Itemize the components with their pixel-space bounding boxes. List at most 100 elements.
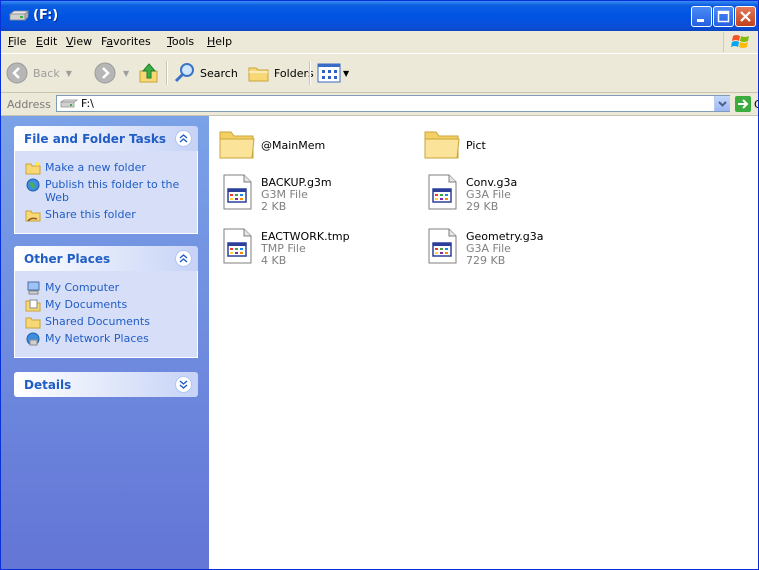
file-size: 4 KB xyxy=(261,254,287,267)
menu-file[interactable]: File xyxy=(8,35,26,48)
minimize-button[interactable] xyxy=(691,6,712,27)
back-label: Back xyxy=(33,66,60,80)
collapse-icon[interactable] xyxy=(175,130,192,147)
views-button[interactable]: ▼ xyxy=(317,54,349,92)
task-share-folder[interactable]: Share this folder xyxy=(15,208,197,222)
place-network-places[interactable]: My Network Places xyxy=(15,332,197,346)
menu-tools[interactable]: Tools xyxy=(167,35,194,48)
forward-dropdown-icon[interactable]: ▼ xyxy=(123,69,129,78)
panel-header[interactable]: Other Places xyxy=(14,246,198,271)
place-label: My Documents xyxy=(45,298,128,311)
file-size: 2 KB xyxy=(261,200,287,213)
forward-arrow-icon xyxy=(94,62,116,84)
window-title: (F:) xyxy=(33,8,59,23)
views-dropdown-icon: ▼ xyxy=(343,68,350,78)
go-button[interactable]: Go xyxy=(735,96,758,112)
file-size: 729 KB xyxy=(466,254,506,267)
maximize-button[interactable] xyxy=(713,6,734,27)
place-my-computer[interactable]: My Computer xyxy=(15,281,197,295)
menu-edit[interactable]: Edit xyxy=(36,35,57,48)
panel-body: Make a new folder Publish this folder to… xyxy=(14,151,198,234)
file-item[interactable]: Geometry.g3a G3A File 729 KB xyxy=(422,226,622,274)
menu-view-label: iew xyxy=(73,35,93,48)
menu-favorites-label: vorites xyxy=(113,35,151,48)
file-item[interactable]: Conv.g3a G3A File 29 KB xyxy=(422,172,622,220)
search-icon xyxy=(174,63,194,83)
task-label: Publish this folder to the Web xyxy=(45,178,180,204)
task-publish-web[interactable]: Publish this folder to the Web xyxy=(15,178,197,204)
views-icon xyxy=(317,63,341,83)
chevron-down-icon xyxy=(718,101,727,107)
panel-title: Details xyxy=(24,378,72,392)
file-item[interactable]: BACKUP.g3m G3M File 2 KB xyxy=(217,172,417,220)
windows-logo xyxy=(723,32,756,52)
menu-edit-accel: E xyxy=(36,35,43,48)
folder-item[interactable]: @MainMem xyxy=(217,124,417,172)
panel-body: My Computer My Documents Shared Document… xyxy=(14,271,198,358)
my-documents-icon xyxy=(25,299,41,312)
chevron-down-icon xyxy=(179,380,188,389)
details-panel: Details xyxy=(14,372,198,397)
place-my-documents[interactable]: My Documents xyxy=(15,298,197,312)
panel-header[interactable]: Details xyxy=(14,372,198,397)
address-value: F:\ xyxy=(81,97,94,110)
search-button[interactable]: Search xyxy=(173,54,238,92)
address-label: Address xyxy=(7,98,51,111)
collapse-icon[interactable] xyxy=(175,250,192,267)
menu-favorites[interactable]: Favorites xyxy=(101,35,151,48)
drive-icon xyxy=(9,10,29,21)
share-folder-icon xyxy=(25,210,41,222)
menu-bar: File Edit View Favorites Tools Help xyxy=(1,31,758,54)
panel-title: Other Places xyxy=(24,252,111,266)
my-computer-icon xyxy=(27,281,40,295)
address-dropdown-button[interactable] xyxy=(714,96,730,111)
task-make-new-folder[interactable]: Make a new folder xyxy=(15,161,197,175)
address-bar: Address F:\ Go xyxy=(1,93,758,116)
panel-title: File and Folder Tasks xyxy=(24,132,167,146)
file-list: @MainMem Pict BACKUP.g3m G3M File 2 KB C… xyxy=(209,116,758,569)
forward-button[interactable]: ▼ xyxy=(93,54,129,92)
place-label: My Computer xyxy=(45,281,120,294)
folders-button[interactable]: Folders xyxy=(247,54,314,92)
windows-flag-icon xyxy=(731,35,749,48)
search-label: Search xyxy=(200,66,238,80)
publish-web-icon xyxy=(26,178,40,192)
expand-icon[interactable] xyxy=(175,376,192,393)
chevron-up-icon xyxy=(179,254,188,263)
toolbar-separator xyxy=(166,61,168,85)
file-item[interactable]: EACTWORK.tmp TMP File 4 KB xyxy=(217,226,417,274)
file-size: 29 KB xyxy=(466,200,499,213)
other-places-panel: Other Places My Computer My Documents Sh… xyxy=(14,246,198,358)
drive-icon xyxy=(60,99,78,108)
close-icon xyxy=(740,11,751,22)
folders-icon xyxy=(248,67,269,82)
address-input[interactable]: F:\ xyxy=(56,95,730,112)
menu-help[interactable]: Help xyxy=(207,35,232,48)
up-folder-icon xyxy=(139,63,158,83)
explorer-window: (F:) File Edit View Favorites Tools Help xyxy=(0,0,759,570)
panel-header[interactable]: File and Folder Tasks xyxy=(14,126,198,151)
menu-edit-label: dit xyxy=(42,35,58,48)
folder-item[interactable]: Pict xyxy=(422,124,622,172)
back-button[interactable]: Back ▼ xyxy=(5,54,72,92)
file-name: @MainMem xyxy=(261,139,326,152)
go-label: Go xyxy=(754,98,758,111)
place-label: Shared Documents xyxy=(45,315,150,328)
place-shared-documents[interactable]: Shared Documents xyxy=(15,315,197,329)
title-bar[interactable]: (F:) xyxy=(1,1,758,31)
program-file-icon xyxy=(223,228,252,264)
menu-view[interactable]: View xyxy=(66,35,92,48)
file-folder-tasks-panel: File and Folder Tasks Make a new folder … xyxy=(14,126,198,234)
up-folder-button[interactable] xyxy=(137,54,161,92)
new-folder-icon xyxy=(25,162,41,175)
maximize-icon xyxy=(717,10,730,23)
folder-icon xyxy=(424,131,460,159)
menu-tools-label: ools xyxy=(171,35,195,48)
program-file-icon xyxy=(428,174,457,210)
close-button[interactable] xyxy=(735,6,756,27)
back-dropdown-icon[interactable]: ▼ xyxy=(66,69,72,78)
task-label: Share this folder xyxy=(45,208,136,221)
folder-icon xyxy=(219,131,255,159)
back-arrow-icon xyxy=(6,62,28,84)
place-label: My Network Places xyxy=(45,332,149,345)
